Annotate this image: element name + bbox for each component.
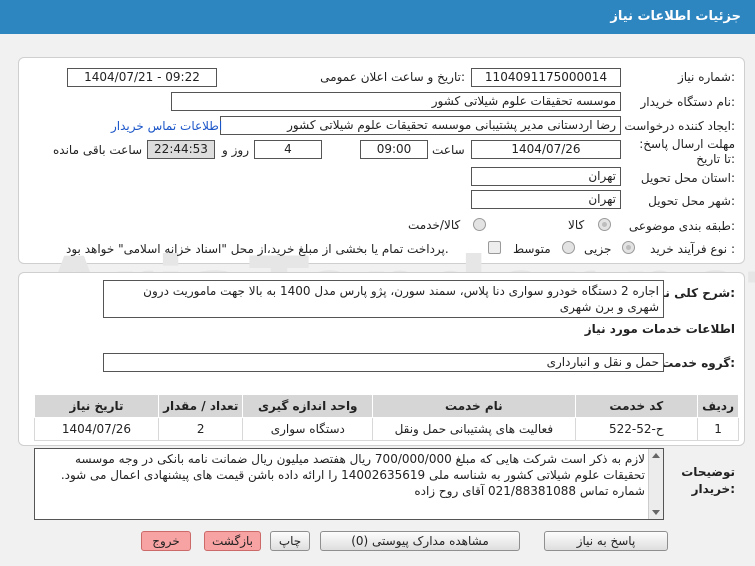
notes-scrollbar[interactable] [648, 449, 663, 519]
service-group-label: گروه خدمت: [661, 356, 735, 370]
reply-button[interactable]: پاسخ به نیاز [544, 531, 668, 551]
city-label: شهر محل تحویل: [648, 194, 735, 208]
remaining-time-label: ساعت باقی مانده [53, 143, 143, 157]
buyer-org-label: نام دستگاه خریدار: [640, 95, 736, 109]
col-quantity: تعداد / مقدار [157, 394, 244, 418]
deadline-time-field: 09:00 [360, 140, 428, 159]
treasury-checkbox[interactable] [488, 241, 501, 254]
remaining-days-field: 4 [254, 140, 322, 159]
buyer-contact-link[interactable]: اطلاعات تماس خریدار [111, 119, 222, 133]
need-number-label: شماره نیاز: [677, 70, 735, 84]
summary-textarea: اجاره 2 دستگاه خودرو سواری دنا پلاس، سمن… [103, 280, 664, 318]
table-header-row: تاریخ نیاز تعداد / مقدار واحد اندازه گیر… [34, 394, 739, 418]
remaining-time-field: 22:44:53 [147, 140, 215, 159]
exit-button[interactable]: خروج [141, 531, 191, 551]
buyer-notes-textarea: لازم به ذکر است شرکت هایی که مبلغ 700/00… [34, 448, 664, 520]
province-field: تهران [471, 167, 621, 186]
cell-row: 1 [697, 417, 739, 441]
buyer-notes-text: لازم به ذکر است شرکت هایی که مبلغ 700/00… [60, 452, 645, 498]
process-radio-minor[interactable] [622, 241, 635, 254]
deadline-date-field: 1404/07/26 [471, 140, 621, 159]
process-label: نوع فرآیند خرید : [650, 242, 735, 256]
col-service-name: نام خدمت [372, 394, 576, 418]
col-row: ردیف [697, 394, 739, 418]
buyer-org-field: موسسه تحقیقات علوم شیلاتی کشور [171, 92, 621, 111]
services-section-title: اطلاعات خدمات مورد نیاز [584, 322, 735, 336]
services-table: تاریخ نیاز تعداد / مقدار واحد اندازه گیر… [34, 394, 739, 441]
print-button[interactable]: چاپ [270, 531, 310, 551]
attachments-button[interactable]: مشاهده مدارک پیوستی (0) [320, 531, 520, 551]
treasury-note: پرداخت تمام یا بخشی از مبلغ خرید،از محل … [66, 242, 449, 256]
province-label: استان محل تحویل: [640, 171, 735, 185]
scroll-down-icon[interactable] [652, 510, 660, 515]
process-radio-medium[interactable] [562, 241, 575, 254]
service-group-field: حمل و نقل و انبارداری [103, 353, 664, 372]
category-option-goods: کالا [568, 218, 585, 232]
city-field: تهران [471, 190, 621, 209]
category-label: طبقه بندی موضوعی: [628, 219, 735, 233]
page-title: جزئیات اطلاعات نیاز [610, 9, 741, 24]
deadline-label: مهلت ارسال پاسخ: تا تاریخ: [639, 137, 735, 166]
category-option-goods-service: کالا/خدمت [408, 218, 461, 232]
summary-text: اجاره 2 دستگاه خودرو سواری دنا پلاس، سمن… [143, 284, 659, 314]
announce-date-label: تاریخ و ساعت اعلان عمومی: [320, 70, 465, 84]
process-option-medium: متوسط [513, 242, 551, 256]
back-button[interactable]: بازگشت [204, 531, 261, 551]
cell-unit: دستگاه سواری [242, 417, 374, 441]
col-need-date: تاریخ نیاز [34, 394, 159, 418]
cell-service-code: ح-52-522 [574, 417, 699, 441]
deadline-time-label: ساعت [432, 143, 465, 157]
cell-service-name: فعالیت های پشتیبانی حمل ونقل [372, 417, 576, 441]
category-radio-goods-service[interactable] [473, 218, 486, 231]
announce-date-field: 1404/07/21 - 09:22 [67, 68, 217, 87]
need-number-field: 1104091175000014 [471, 68, 621, 87]
process-option-minor: جزیی [584, 242, 612, 256]
days-label: روز و [222, 143, 249, 157]
scroll-up-icon[interactable] [652, 453, 660, 458]
cell-quantity: 2 [157, 417, 244, 441]
col-service-code: کد خدمت [574, 394, 699, 418]
buyer-notes-label: توضیحات خریدار: [681, 465, 735, 496]
creator-field: رضا اردستانی مدیر پشتیبانی موسسه تحقیقات… [220, 116, 621, 135]
cell-need-date: 1404/07/26 [34, 417, 159, 441]
category-radio-goods[interactable] [598, 218, 611, 231]
table-row: 1404/07/26 2 دستگاه سواری فعالیت های پشت… [34, 417, 739, 441]
col-unit: واحد اندازه گیری [242, 394, 374, 418]
page-header: جزئیات اطلاعات نیاز [0, 0, 755, 34]
creator-label: ایجاد کننده درخواست: [624, 119, 735, 133]
